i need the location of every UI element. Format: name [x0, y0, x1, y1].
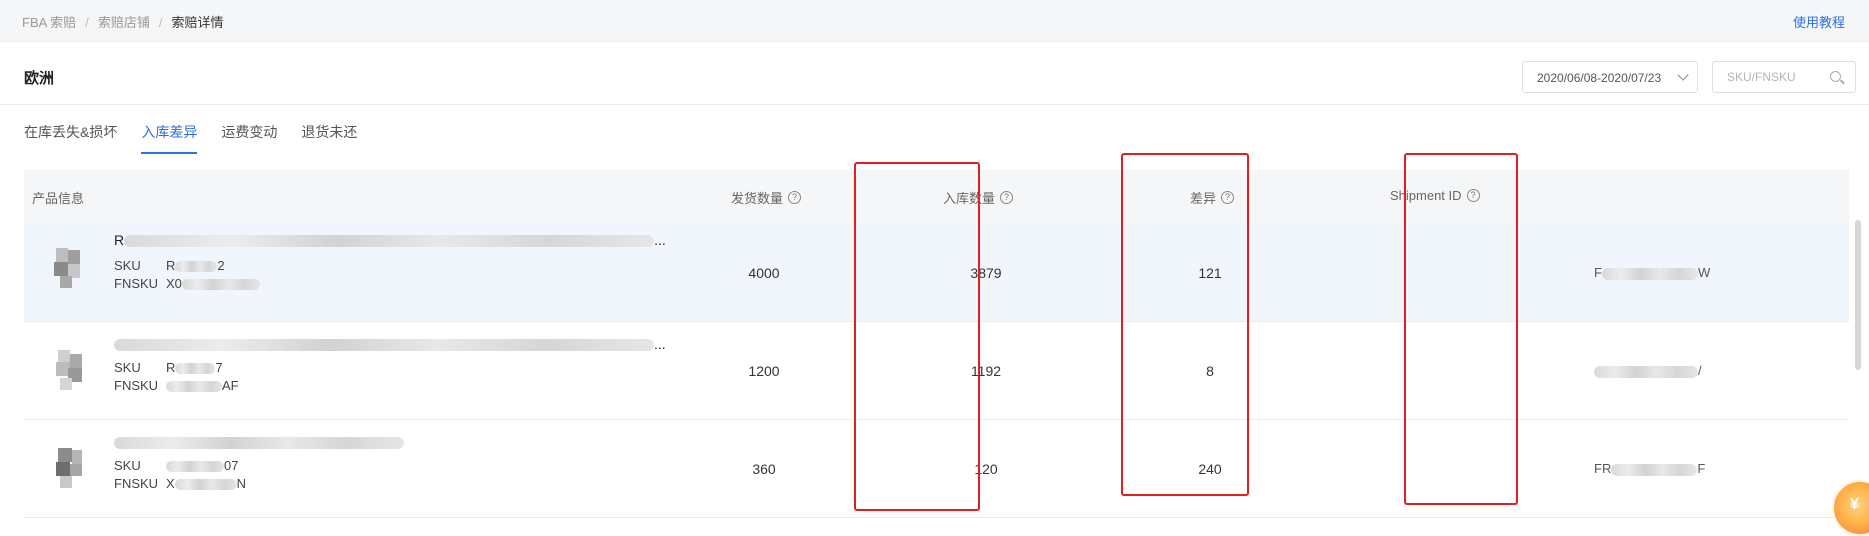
date-range-picker[interactable]: 2020/06/08-2020/07/23: [1522, 61, 1698, 93]
highlight-box-diff: [1404, 153, 1518, 505]
fnsku-line: FNSKU AF: [114, 378, 239, 393]
breadcrumb-item-fba-claims[interactable]: FBA 索赔: [22, 12, 76, 31]
yen-icon: ¥: [1850, 496, 1859, 513]
redacted-text: [114, 437, 404, 450]
shipment-id-suffix: F: [1697, 461, 1706, 476]
product-thumbnail: [48, 348, 88, 394]
shipment-id-suffix: /: [1698, 363, 1702, 378]
shipped-qty: 1200: [748, 363, 780, 379]
fnsku-label: FNSKU: [114, 476, 159, 491]
column-header-shipped: 发货数量 ?: [731, 188, 802, 207]
product-name[interactable]: R...: [114, 232, 666, 248]
redacted-text: [175, 363, 216, 375]
redacted-text: [124, 235, 655, 248]
chevron-down-icon: [1677, 69, 1689, 81]
sku-value-suffix: 07: [224, 458, 239, 473]
redacted-text: [175, 261, 218, 273]
product-name-ellipsis: ...: [654, 232, 666, 248]
redacted-text: [181, 279, 260, 291]
redacted-text: [166, 381, 222, 393]
date-range-value: 2020/06/08-2020/07/23: [1537, 71, 1662, 85]
shipment-id: FR F: [1594, 461, 1705, 476]
breadcrumb-separator: /: [85, 15, 89, 30]
product-name[interactable]: ...: [114, 336, 666, 352]
sku-line: SKU R 2: [114, 258, 225, 273]
redacted-text: [1594, 365, 1698, 378]
shipment-id-prefix: FR: [1594, 461, 1612, 476]
tab-bar: 在库丢失&损坏 入库差异 运费变动 退货未还: [24, 120, 357, 154]
fnsku-line: FNSKU X0: [114, 276, 260, 291]
fnsku-value-suffix: N: [236, 476, 247, 491]
sku-line: SKU R 7: [114, 360, 223, 375]
product-name[interactable]: [114, 434, 404, 450]
product-name-ellipsis: ...: [654, 336, 666, 352]
fnsku-line: FNSKU X N: [114, 476, 246, 491]
help-circle-icon[interactable]: ?: [1000, 191, 1014, 204]
sku-value-suffix: 2: [217, 258, 225, 273]
help-tutorial-link[interactable]: 使用教程: [1793, 12, 1845, 31]
highlight-box-received: [1121, 153, 1249, 496]
sku-value: R: [166, 258, 176, 273]
tab-returns-not-returned[interactable]: 退货未还: [301, 120, 357, 154]
redacted-text: [1611, 463, 1698, 476]
sku-line: SKU 07: [114, 458, 238, 473]
shipment-id-suffix: W: [1697, 265, 1711, 280]
fnsku-value: X: [166, 476, 175, 491]
sku-value-suffix: 7: [215, 360, 223, 375]
highlight-box-shipped: [854, 162, 980, 511]
shipped-qty: 4000: [748, 265, 780, 281]
search-icon[interactable]: [1830, 71, 1841, 82]
fnsku-value-suffix: AF: [222, 378, 239, 393]
header-divider: [0, 104, 1869, 105]
redacted-text: [114, 339, 654, 352]
product-thumbnail: [48, 446, 88, 492]
column-header-label: 产品信息: [32, 191, 85, 206]
tab-inventory-lost-damaged[interactable]: 在库丢失&损坏: [24, 120, 117, 154]
product-name-text: R: [114, 232, 125, 248]
column-header-label: 发货数量: [731, 191, 784, 206]
shipment-id-prefix: F: [1594, 265, 1602, 280]
shipped-qty: 360: [752, 461, 776, 477]
redacted-text: [166, 461, 224, 473]
breadcrumb-item-current: 索赔详情: [171, 15, 224, 30]
fnsku-label: FNSKU: [114, 378, 159, 393]
redacted-text: [174, 479, 237, 491]
search-box[interactable]: [1712, 61, 1856, 93]
breadcrumb-separator: /: [158, 15, 163, 30]
vertical-scrollbar[interactable]: [1855, 220, 1861, 370]
breadcrumb-item-claim-stores[interactable]: 索赔店铺: [98, 12, 150, 31]
shipment-id: /: [1594, 363, 1702, 378]
tab-inbound-discrepancy[interactable]: 入库差异: [141, 120, 198, 154]
sku-label: SKU: [114, 360, 141, 375]
product-thumbnail: [48, 246, 88, 292]
shipment-id: FW: [1594, 265, 1710, 280]
top-bar: FBA 索赔 / 索赔店铺 / 索赔详情 使用教程: [0, 0, 1869, 42]
help-circle-icon[interactable]: ?: [788, 191, 802, 204]
column-header-product: 产品信息: [32, 188, 84, 207]
fnsku-label: FNSKU: [114, 276, 159, 291]
redacted-text: [1601, 267, 1698, 280]
breadcrumb: FBA 索赔 / 索赔店铺 / 索赔详情: [22, 12, 223, 31]
sku-value: R: [166, 360, 176, 375]
sku-label: SKU: [114, 458, 141, 473]
page-title: 欧洲: [24, 70, 55, 87]
sku-label: SKU: [114, 258, 141, 273]
search-input[interactable]: [1713, 62, 1823, 92]
tab-fee-change[interactable]: 运费变动: [221, 120, 277, 154]
fnsku-value: X0: [166, 276, 182, 291]
